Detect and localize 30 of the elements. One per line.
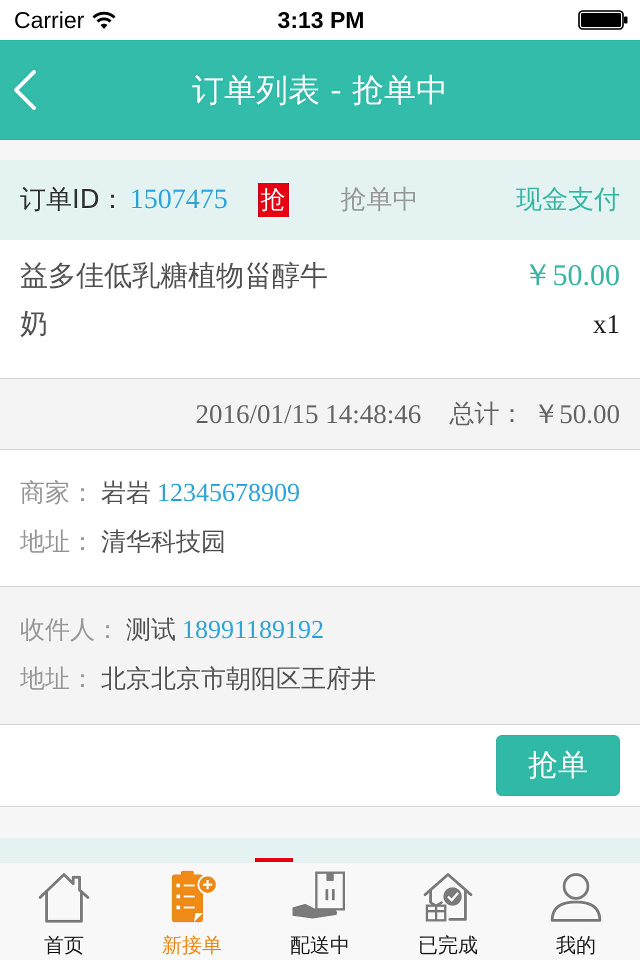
merchant-name: 岩岩 [101, 477, 151, 509]
tab-item[interactable]: 我的 [512, 863, 640, 960]
product-quantity: x1 [592, 308, 620, 341]
order-time: 2016/01/15 14:48:46 [195, 398, 422, 431]
grab-badge: 抢 [258, 183, 289, 217]
merchant-label: 商家： [20, 477, 95, 509]
recipient-label: 收件人： [20, 614, 120, 646]
page-title: 订单列表 - 抢单中 [191, 70, 449, 111]
product-name: 益多佳低乳糖植物甾醇牛奶 [20, 258, 329, 342]
battery-icon [578, 10, 628, 30]
recipient-address: 北京北京市朝阳区王府井 [101, 663, 376, 695]
badge-edge-icon [255, 858, 293, 862]
payment-method: 现金支付 [516, 184, 620, 216]
total-label: 总计： [449, 398, 524, 430]
address-label: 地址： [20, 526, 95, 558]
order-id-label: 订单ID： [20, 184, 126, 216]
total-amount: ￥50.00 [532, 398, 620, 431]
tab-item[interactable]: 首页 [0, 863, 128, 960]
order-status: 抢单中 [340, 184, 419, 216]
merchant-address: 清华科技园 [101, 526, 226, 558]
order-id: 1507475 [130, 183, 228, 217]
tab-item[interactable]: 已完成 [384, 863, 512, 960]
carrier-name: Carrier [14, 6, 84, 35]
tab-item[interactable]: 配送中 [256, 863, 384, 960]
address-label: 地址： [20, 663, 95, 695]
recipient-name: 测试 [126, 614, 176, 646]
clock-time: 3:13 PM [278, 6, 364, 35]
product-price: ￥50.00 [522, 258, 620, 294]
back-icon[interactable] [12, 69, 38, 111]
wifi-icon [92, 11, 116, 29]
